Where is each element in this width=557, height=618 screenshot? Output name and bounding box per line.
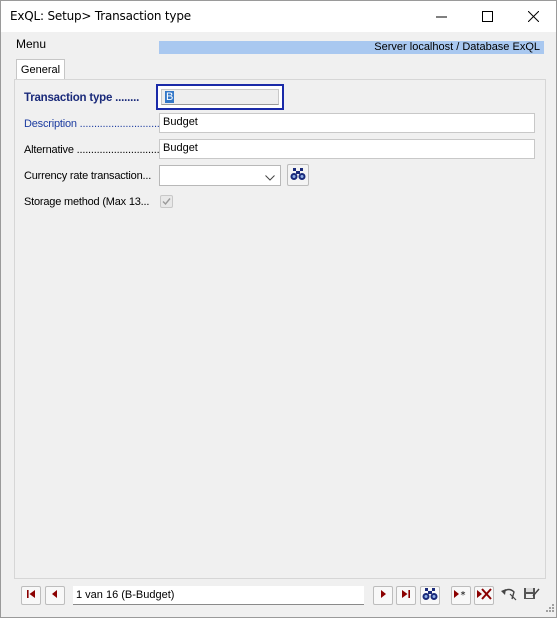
transaction-type-label: Transaction type ........ (24, 92, 140, 104)
storage-method-label: Storage method (Max 13... (24, 196, 150, 208)
title-bar: ExQL: Setup> Transaction type (1, 1, 556, 32)
delete-record-button[interactable] (474, 586, 494, 605)
undo-button[interactable] (499, 586, 519, 605)
currency-rate-lookup-button[interactable] (287, 164, 309, 186)
next-record-button[interactable] (373, 586, 393, 605)
save-button[interactable] (522, 586, 542, 605)
chevron-down-icon (265, 172, 275, 184)
minimize-icon (435, 11, 447, 22)
window-title: ExQL: Setup> Transaction type (10, 9, 191, 23)
alternative-label: Alternative ............................… (24, 144, 160, 156)
resize-grip-icon[interactable] (544, 602, 554, 615)
previous-record-button[interactable] (45, 586, 65, 605)
currency-rate-label: Currency rate transaction... (24, 170, 152, 182)
delete-record-icon (476, 588, 492, 603)
find-record-button[interactable] (420, 586, 440, 605)
maximize-button[interactable] (464, 1, 510, 32)
description-label: Description ............................… (24, 118, 166, 130)
last-record-icon (401, 589, 411, 602)
first-record-icon (26, 589, 36, 602)
new-record-icon: * (453, 589, 469, 602)
currency-rate-select[interactable] (159, 165, 281, 186)
transaction-type-input[interactable]: B (161, 89, 279, 105)
svg-text:*: * (461, 590, 466, 599)
last-record-button[interactable] (396, 586, 416, 605)
transaction-type-value: B (165, 91, 175, 103)
new-record-button[interactable]: * (451, 586, 471, 605)
previous-record-icon (50, 589, 60, 602)
minimize-button[interactable] (418, 1, 464, 32)
undo-icon (500, 587, 518, 604)
description-input[interactable]: Budget (159, 113, 535, 133)
close-button[interactable] (510, 1, 556, 32)
binoculars-icon (290, 167, 306, 184)
transaction-type-focus-ring: B (156, 84, 284, 110)
maximize-icon (481, 11, 493, 22)
menu-bar: Menu Server localhost / Database ExQL (1, 32, 556, 56)
record-position-display: 1 van 16 (B-Budget) (73, 586, 364, 605)
first-record-button[interactable] (21, 586, 41, 605)
next-record-icon (378, 589, 388, 602)
menu-item-menu[interactable]: Menu (16, 37, 46, 51)
alternative-input[interactable]: Budget (159, 139, 535, 159)
save-icon (523, 587, 541, 604)
server-status-banner: Server localhost / Database ExQL (159, 41, 544, 54)
binoculars-icon (422, 587, 438, 604)
close-icon (527, 11, 539, 22)
tab-general[interactable]: General (16, 59, 65, 80)
app-window: ExQL: Setup> Transaction type Menu Serve… (0, 0, 557, 618)
storage-method-checkbox[interactable] (160, 195, 173, 208)
